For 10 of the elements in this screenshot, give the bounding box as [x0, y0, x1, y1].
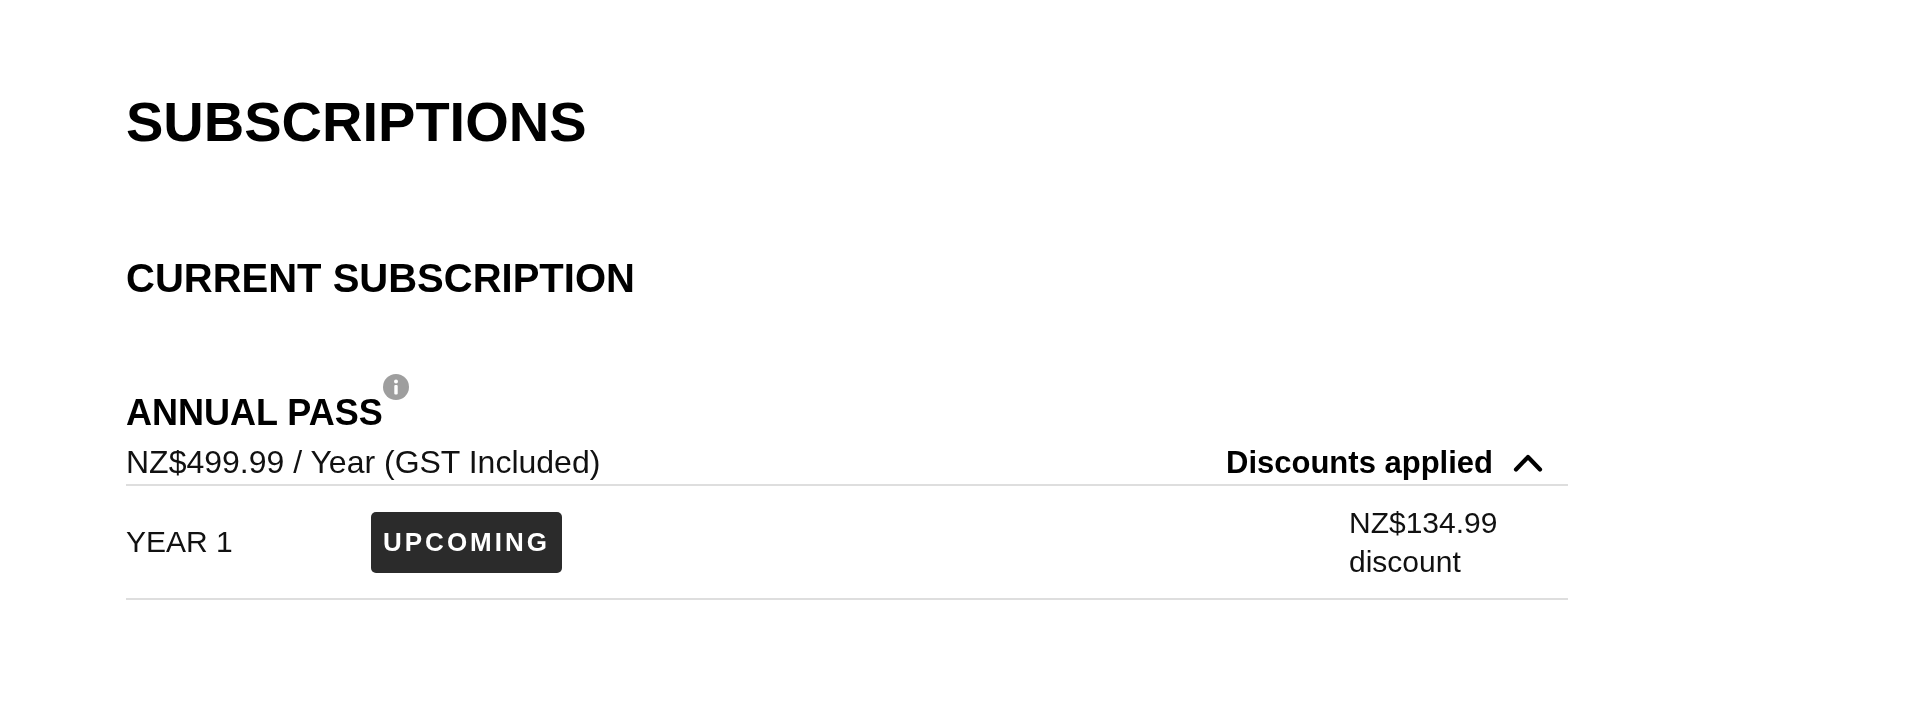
info-icon[interactable] — [382, 374, 409, 400]
page-title: SUBSCRIPTIONS — [126, 94, 587, 150]
chevron-up-icon — [1513, 453, 1543, 472]
period-label: YEAR 1 — [126, 527, 234, 557]
plan-price: NZ$499.99 / Year (GST Included) — [126, 446, 601, 478]
plan-name: ANNUAL PASS — [126, 395, 383, 431]
status-badge: UPCOMING — [371, 511, 562, 573]
discount-amount: NZ$134.99 discount — [1349, 505, 1499, 580]
section-heading: CURRENT SUBSCRIPTION — [126, 258, 635, 298]
discounts-toggle[interactable]: Discounts applied — [1226, 447, 1543, 478]
